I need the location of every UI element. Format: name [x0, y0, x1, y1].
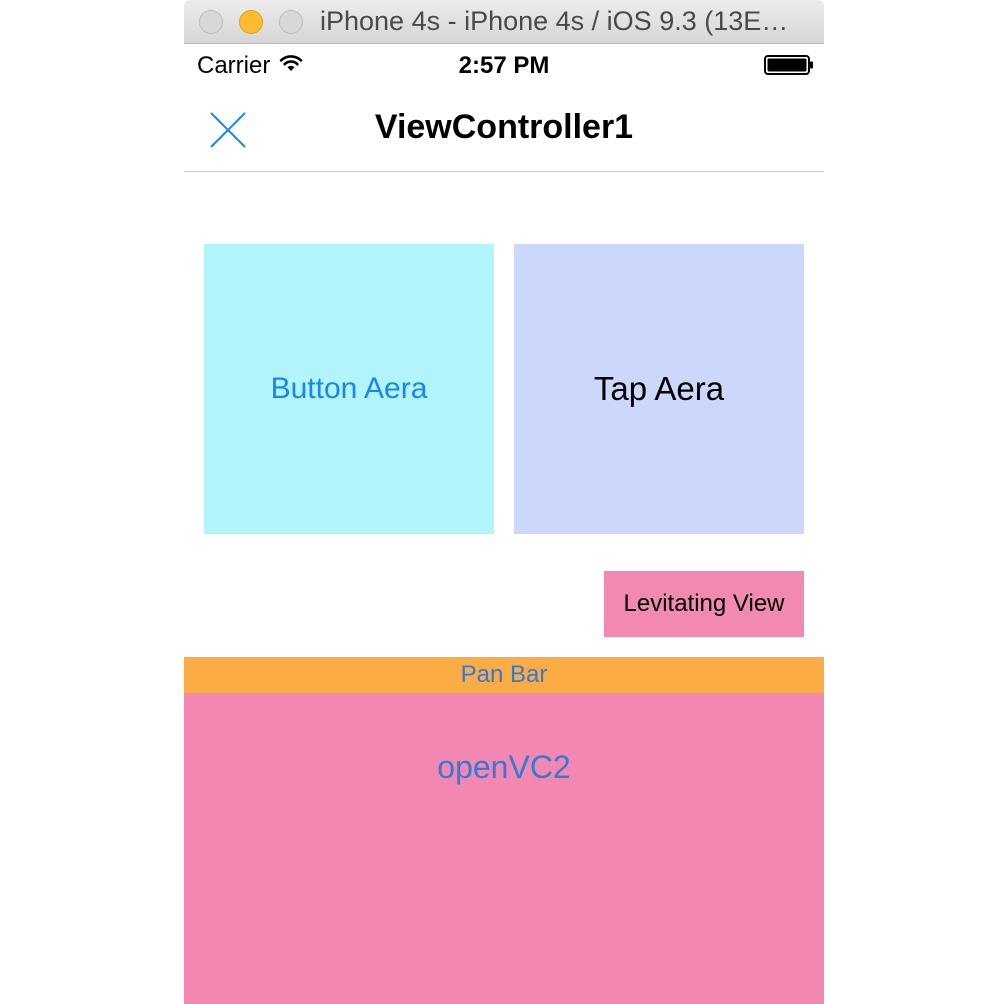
- tap-area[interactable]: Tap Aera: [514, 244, 804, 534]
- window-title: iPhone 4s - iPhone 4s / iOS 9.3 (13E…: [320, 6, 789, 36]
- window-zoom-button[interactable]: [279, 10, 303, 34]
- battery-full-icon: [764, 55, 813, 75]
- pan-bar[interactable]: Pan Bar: [184, 657, 824, 693]
- window-minimize-button[interactable]: [239, 10, 263, 34]
- levitating-view-label: Levitating View: [623, 590, 785, 617]
- nav-title: ViewController1: [374, 108, 634, 146]
- window-titlebar[interactable]: iPhone 4s - iPhone 4s / iOS 9.3 (13E…: [184, 0, 824, 44]
- open-vc2-button[interactable]: openVC2: [184, 749, 824, 786]
- navigation-bar: ViewController1: [184, 84, 824, 172]
- tap-area-label: Tap Aera: [593, 370, 725, 407]
- status-bar: Carrier 2:57 PM: [184, 44, 824, 84]
- bottom-panel: openVC2: [184, 693, 824, 1004]
- simulator-window: iPhone 4s - iPhone 4s / iOS 9.3 (13E… Ca…: [184, 0, 824, 1004]
- button-area-button[interactable]: Button Aera: [204, 244, 494, 534]
- levitating-view[interactable]: Levitating View: [604, 571, 804, 637]
- status-time: 2:57 PM: [458, 52, 550, 79]
- window-close-button[interactable]: [199, 10, 223, 34]
- pan-bar-label: Pan Bar: [460, 661, 548, 688]
